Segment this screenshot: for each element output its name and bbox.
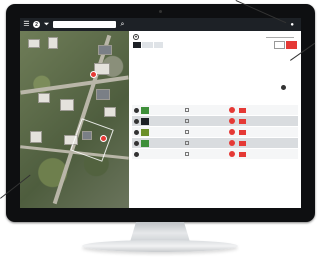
delete-icon[interactable] <box>229 129 235 135</box>
location-row[interactable] <box>132 138 298 148</box>
monitor-stand-base <box>82 240 238 252</box>
delete-icon[interactable] <box>229 118 235 124</box>
user-icon[interactable]: ● <box>290 22 294 28</box>
location-row[interactable] <box>132 105 298 115</box>
location-thumbnail <box>141 150 149 158</box>
info-icon[interactable] <box>134 140 139 146</box>
map-building <box>104 107 116 117</box>
tab-log[interactable] <box>153 42 163 48</box>
map-building <box>98 45 112 55</box>
map-building <box>48 37 58 49</box>
app-topbar: ● <box>129 18 301 31</box>
search-icon[interactable]: ⌕ <box>119 21 126 28</box>
filter-icon[interactable]: ⏷ <box>43 21 50 28</box>
info-icon[interactable] <box>134 118 139 124</box>
row-action-button[interactable] <box>239 118 246 124</box>
detail-header: ⌖ <box>129 31 301 41</box>
info-icon[interactable] <box>134 129 139 135</box>
status-select[interactable] <box>266 36 294 38</box>
delete-icon[interactable] <box>229 107 235 113</box>
info-icon[interactable] <box>281 85 286 90</box>
row-checkbox[interactable] <box>185 152 189 156</box>
tab-bar <box>129 41 301 49</box>
notification-badge[interactable]: 2 <box>33 21 40 28</box>
map-building <box>30 131 42 143</box>
location-row[interactable] <box>132 116 298 126</box>
map-building <box>60 99 74 111</box>
delete-button[interactable] <box>286 41 297 49</box>
map-building <box>28 39 40 48</box>
monitor-frame: ☰ 2 ⏷ ⌕ ● ⌖ <box>6 4 315 222</box>
delete-icon[interactable] <box>229 140 235 146</box>
row-action-button[interactable] <box>239 107 246 113</box>
info-icon[interactable] <box>134 107 139 113</box>
tab-documents[interactable] <box>141 42 153 48</box>
map-pane: ☰ 2 ⏷ ⌕ <box>20 18 129 208</box>
location-thumbnail <box>141 128 149 136</box>
satellite-map[interactable] <box>20 31 129 208</box>
row-action-button[interactable] <box>239 129 246 135</box>
row-checkbox[interactable] <box>185 108 189 112</box>
row-action-button[interactable] <box>239 151 246 157</box>
info-grid <box>129 57 301 59</box>
delete-icon[interactable] <box>229 151 235 157</box>
search-input[interactable] <box>53 21 116 28</box>
webcam <box>159 10 162 13</box>
map-building <box>38 93 50 103</box>
row-checkbox[interactable] <box>185 141 189 145</box>
map-pin-icon[interactable] <box>90 71 97 78</box>
edit-button[interactable] <box>274 41 286 49</box>
location-list <box>129 105 301 160</box>
row-checkbox[interactable] <box>185 130 189 134</box>
detail-pane: ● ⌖ <box>129 18 301 208</box>
map-pin-icon[interactable] <box>100 135 107 142</box>
location-thumbnail <box>141 139 149 147</box>
location-thumbnail <box>141 106 149 114</box>
app-screen: ☰ 2 ⏷ ⌕ ● ⌖ <box>20 18 301 208</box>
map-road <box>20 75 129 95</box>
row-action-button[interactable] <box>239 140 246 146</box>
map-toolbar: ☰ 2 ⏷ ⌕ <box>20 18 129 31</box>
map-building <box>96 89 110 100</box>
row-checkbox[interactable] <box>185 119 189 123</box>
tab-info[interactable] <box>133 42 141 48</box>
hamburger-icon[interactable]: ☰ <box>23 21 30 28</box>
location-row[interactable] <box>132 127 298 137</box>
pin-icon: ⌖ <box>133 34 139 40</box>
section-heading-planning <box>129 49 301 57</box>
info-icon[interactable] <box>134 151 139 157</box>
monitor-stand-neck <box>130 222 190 242</box>
location-row[interactable] <box>132 149 298 159</box>
location-thumbnail <box>141 117 149 125</box>
